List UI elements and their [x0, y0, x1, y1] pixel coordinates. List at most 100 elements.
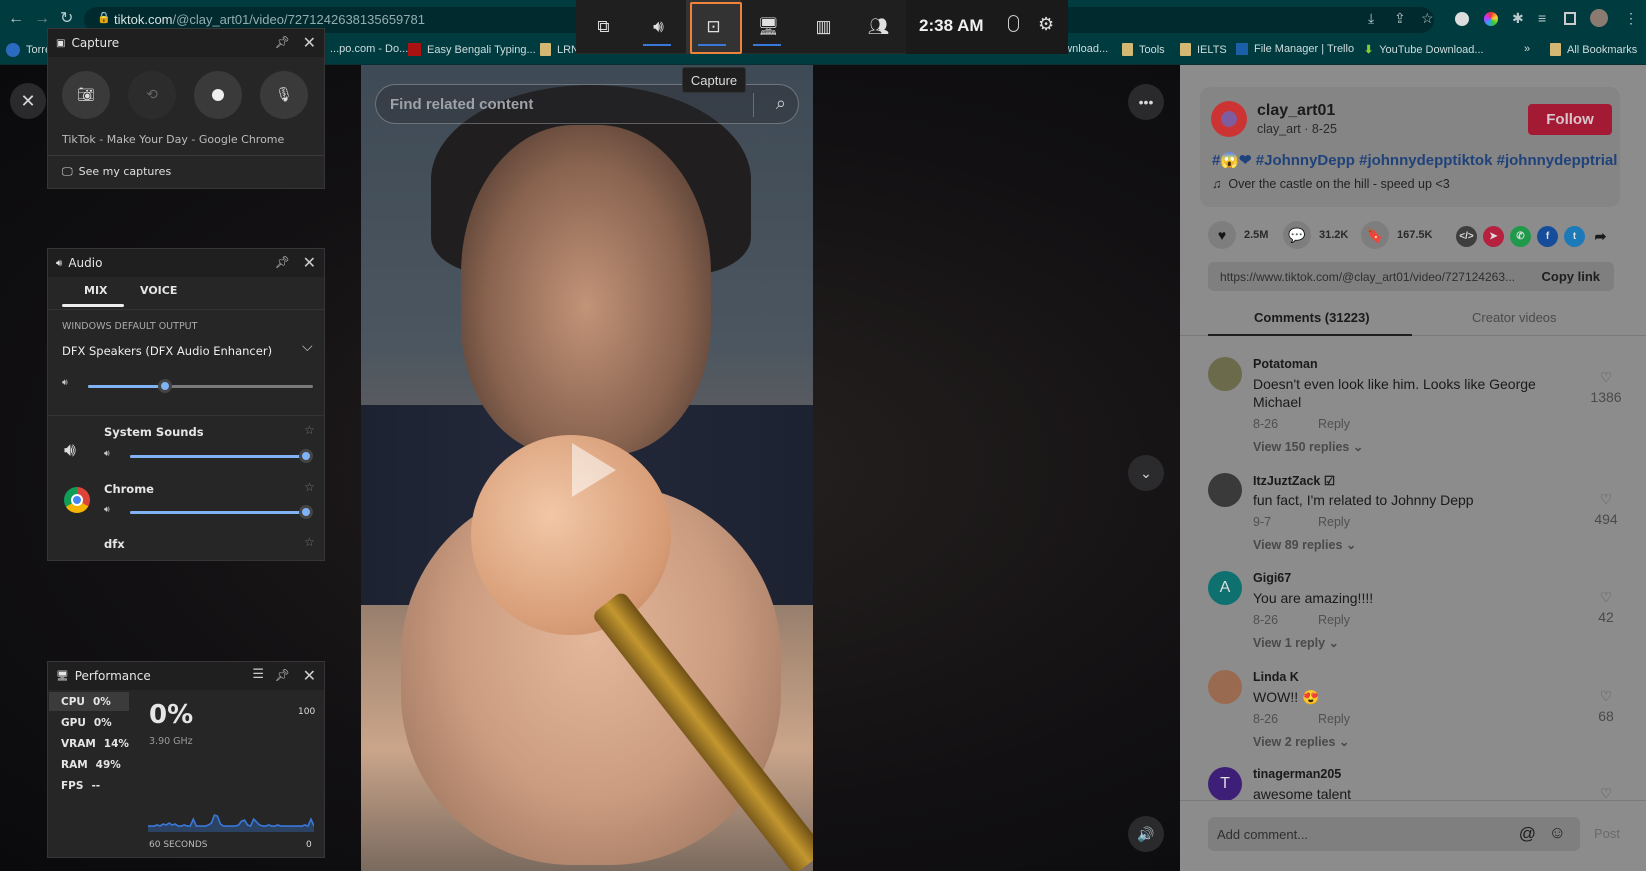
- metric-fps[interactable]: FPS --: [49, 776, 129, 795]
- bookmark-item[interactable]: All Bookmarks: [1550, 43, 1637, 56]
- commenter-name[interactable]: tinagerman205: [1253, 767, 1341, 781]
- view-replies-button[interactable]: View 89 replies ⌄: [1253, 537, 1356, 552]
- commenter-avatar[interactable]: [1208, 670, 1242, 704]
- back-icon[interactable]: ←: [8, 10, 24, 28]
- side-panel-icon[interactable]: [1564, 12, 1576, 25]
- reading-list-icon[interactable]: ≡: [1538, 10, 1546, 26]
- comment-stat[interactable]: 💬 31.2K: [1283, 221, 1348, 249]
- send-icon[interactable]: ➤: [1483, 226, 1504, 247]
- extension-icon[interactable]: [1455, 12, 1469, 26]
- share-icon[interactable]: ⇪: [1394, 10, 1406, 27]
- slider-thumb[interactable]: [157, 379, 172, 393]
- see-captures-link[interactable]: 🖵 See my captures: [62, 165, 171, 179]
- bookmark-item[interactable]: ...po.com - Do...: [330, 43, 408, 55]
- audio-widget-button[interactable]: 🔊︎: [631, 0, 686, 54]
- install-icon[interactable]: ⤓: [1368, 10, 1374, 27]
- volume-button[interactable]: 🔊: [1128, 816, 1164, 852]
- reply-button[interactable]: Reply: [1318, 613, 1350, 627]
- bookmark-item[interactable]: IELTS: [1180, 43, 1227, 56]
- reply-button[interactable]: Reply: [1318, 417, 1350, 431]
- add-comment-input[interactable]: Add comment... @ ☺: [1208, 817, 1580, 851]
- like-heart-icon[interactable]: ♡: [1584, 369, 1628, 386]
- close-video-button[interactable]: ✕: [10, 83, 46, 119]
- commenter-avatar[interactable]: [1208, 473, 1242, 507]
- share-arrow-icon[interactable]: ➦: [1590, 226, 1611, 247]
- bookmark-item[interactable]: Torre: [6, 43, 51, 57]
- bookmark-item[interactable]: File Manager | Trello: [1236, 43, 1354, 55]
- commenter-name[interactable]: Potatoman: [1253, 357, 1318, 371]
- close-icon[interactable]: ✕: [303, 33, 316, 52]
- bookmark-item[interactable]: LRN: [540, 43, 579, 56]
- favorite-star-icon[interactable]: ☆: [304, 423, 315, 437]
- app-volume-slider[interactable]: [130, 449, 313, 463]
- performance-panel-header[interactable]: 🖥︎ Performance ☰ 📌︎ ✕: [48, 662, 324, 690]
- like-heart-icon[interactable]: ♡: [1584, 491, 1628, 508]
- post-comment-button[interactable]: Post: [1594, 826, 1620, 841]
- tab-voice[interactable]: VOICE: [140, 284, 177, 297]
- metric-vram[interactable]: VRAM 14%: [49, 734, 129, 753]
- favorite-star-icon[interactable]: ☆: [304, 535, 315, 549]
- author-avatar[interactable]: [1211, 101, 1247, 137]
- close-icon[interactable]: ✕: [303, 666, 316, 685]
- commenter-avatar[interactable]: T: [1208, 767, 1242, 801]
- resources-widget-button[interactable]: ▥: [796, 0, 851, 54]
- master-volume-slider[interactable]: [88, 379, 313, 393]
- menu-icon[interactable]: ⋮: [1624, 10, 1638, 27]
- widget-menu-button[interactable]: ⧉: [576, 0, 631, 54]
- commenter-name[interactable]: ItzJuztZack ☑: [1253, 473, 1335, 488]
- url-text[interactable]: tiktok.com/@clay_art01/video/72712426381…: [114, 12, 425, 27]
- save-stat[interactable]: 🔖 167.5K: [1361, 221, 1432, 249]
- bookmark-item[interactable]: ⬇ YouTube Download...: [1364, 43, 1484, 57]
- follow-button[interactable]: Follow: [1528, 104, 1612, 135]
- close-icon[interactable]: ✕: [303, 253, 316, 272]
- start-recording-button[interactable]: [194, 71, 242, 119]
- view-replies-button[interactable]: View 2 replies ⌄: [1253, 734, 1349, 749]
- reply-button[interactable]: Reply: [1318, 515, 1350, 529]
- bookmark-item[interactable]: Easy Bengali Typing...: [408, 43, 536, 56]
- chevron-down-icon[interactable]: ⌵: [302, 339, 313, 355]
- bookmark-star-icon[interactable]: ☆: [1421, 10, 1434, 27]
- more-bookmarks-button[interactable]: »: [1524, 43, 1530, 55]
- slider-thumb[interactable]: [299, 505, 313, 519]
- emoji-icon[interactable]: ☺: [1549, 823, 1566, 843]
- mouse-icon[interactable]: [1008, 15, 1019, 32]
- pin-icon[interactable]: 📌︎: [275, 668, 290, 682]
- view-replies-button[interactable]: View 150 replies ⌄: [1253, 439, 1363, 454]
- audio-panel-header[interactable]: 🔊︎ Audio 📌︎ ✕: [48, 249, 324, 277]
- twitter-icon[interactable]: t: [1564, 226, 1585, 247]
- commenter-name[interactable]: Gigi67: [1253, 571, 1291, 585]
- commenter-avatar[interactable]: [1208, 357, 1242, 391]
- favorite-star-icon[interactable]: ☆: [304, 480, 315, 494]
- reload-icon[interactable]: ↻: [60, 10, 73, 28]
- performance-widget-button[interactable]: 🖥︎: [741, 0, 796, 54]
- search-icon[interactable]: ⌕: [776, 93, 786, 114]
- app-volume-slider[interactable]: [130, 505, 313, 519]
- pin-icon[interactable]: 📌︎: [275, 35, 290, 49]
- forward-icon[interactable]: →: [34, 10, 50, 28]
- settings-gear-icon[interactable]: ⚙: [1038, 14, 1054, 35]
- extensions-puzzle-icon[interactable]: ✱: [1512, 10, 1524, 27]
- output-device-select[interactable]: DFX Speakers (DFX Audio Enhancer): [62, 344, 272, 358]
- copy-link-button[interactable]: Copy link: [1541, 269, 1600, 284]
- commenter-name[interactable]: Linda K: [1253, 670, 1299, 684]
- metric-cpu[interactable]: CPU 0%: [49, 692, 129, 711]
- embed-icon[interactable]: </>: [1456, 226, 1477, 247]
- slider-thumb[interactable]: [299, 449, 313, 463]
- view-replies-button[interactable]: View 1 reply ⌄: [1253, 635, 1339, 650]
- like-heart-icon[interactable]: ♡: [1584, 589, 1628, 606]
- like-heart-icon[interactable]: ♡: [1584, 688, 1628, 705]
- tab-comments[interactable]: Comments (31223): [1254, 310, 1370, 325]
- more-options-button[interactable]: •••: [1128, 84, 1164, 120]
- facebook-icon[interactable]: f: [1537, 226, 1558, 247]
- author-username[interactable]: clay_art01: [1257, 102, 1335, 120]
- options-icon[interactable]: ☰: [252, 667, 264, 682]
- tab-creator-videos[interactable]: Creator videos: [1472, 310, 1557, 325]
- tab-mix[interactable]: MIX: [84, 284, 108, 297]
- metric-ram[interactable]: RAM 49%: [49, 755, 129, 774]
- color-extension-icon[interactable]: [1484, 12, 1498, 26]
- pin-icon[interactable]: 📌︎: [275, 255, 290, 269]
- profile-avatar[interactable]: [1590, 9, 1608, 27]
- metric-gpu[interactable]: GPU 0%: [49, 713, 129, 732]
- play-icon[interactable]: [572, 443, 616, 497]
- social-widget-button[interactable]: 👥︎: [851, 0, 906, 54]
